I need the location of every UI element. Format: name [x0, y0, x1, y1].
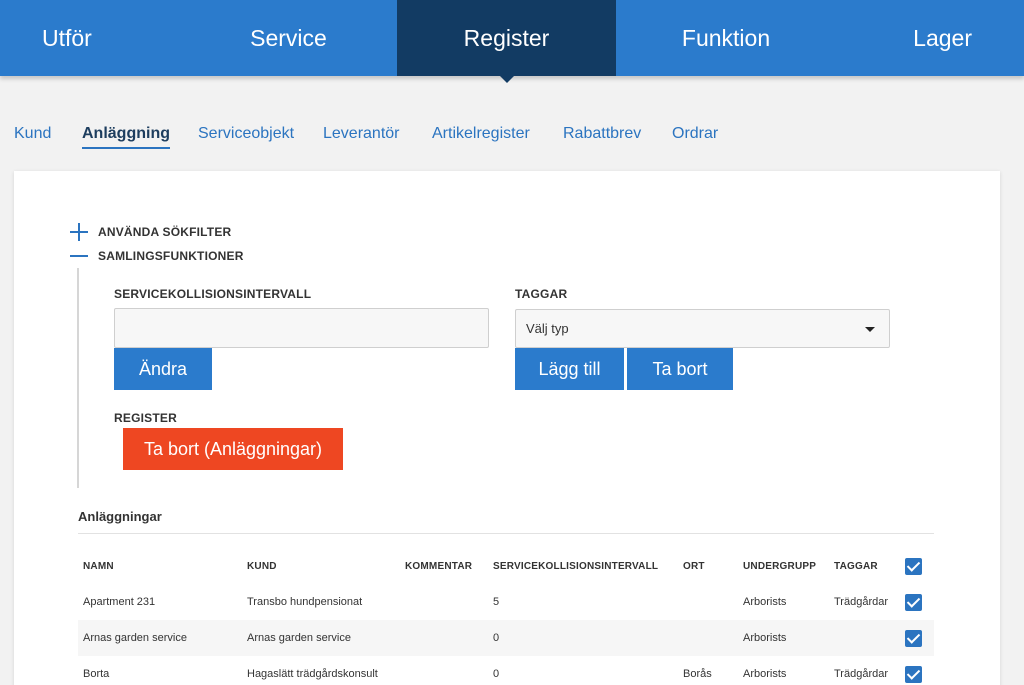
table-header: NAMN KUND KOMMENTAR SERVICEKOLLISIONSINT…: [78, 548, 934, 584]
checkbox-checked-icon: [905, 629, 922, 647]
cell-kund: Hagaslätt trädgårdskonsult: [247, 668, 378, 680]
table-row[interactable]: Borta Hagaslätt trädgårdskonsult 0 Borås…: [78, 656, 934, 685]
tags-select[interactable]: Välj typ: [515, 309, 890, 348]
tags-label: TAGGAR: [515, 287, 568, 301]
cell-namn: Apartment 231: [83, 596, 156, 608]
sub-navigation: Kund Anläggning Serviceobjekt Leverantör…: [0, 120, 1024, 152]
minus-icon: [70, 247, 88, 265]
cell-ort: Borås: [683, 668, 712, 680]
cell-servicekollisionsintervall: 0: [493, 668, 500, 680]
row-checkbox[interactable]: [905, 656, 922, 685]
cell-namn: Borta: [83, 668, 110, 680]
top-navigation: Utför Service Register Funktion Lager: [0, 0, 1024, 83]
section-divider: [77, 268, 79, 488]
subnav-kund[interactable]: Kund: [14, 125, 51, 143]
row-checkbox[interactable]: [905, 584, 922, 620]
subnav-serviceobjekt[interactable]: Serviceobjekt: [198, 125, 294, 143]
table-row[interactable]: Arnas garden service Arnas garden servic…: [78, 620, 934, 656]
plus-icon: [70, 223, 88, 241]
checkbox-checked-icon: [905, 665, 922, 683]
subnav-anlaggning[interactable]: Anläggning: [82, 125, 170, 149]
header-kund[interactable]: KUND: [247, 548, 277, 584]
tab-register[interactable]: Register: [397, 0, 616, 83]
delete-anlaggningar-button[interactable]: Ta bort (Anläggningar): [123, 428, 343, 470]
table-title-divider: [78, 533, 934, 534]
anlaggningar-table: NAMN KUND KOMMENTAR SERVICEKOLLISIONSINT…: [78, 548, 934, 685]
tab-service[interactable]: Service: [180, 0, 397, 76]
tags-select-value: Välj typ: [526, 321, 569, 336]
cell-taggar: Trädgårdar: [834, 596, 889, 608]
header-kommentar[interactable]: KOMMENTAR: [405, 548, 472, 584]
remove-tag-button[interactable]: Ta bort: [627, 348, 733, 390]
cell-servicekollisionsintervall: 5: [493, 596, 500, 608]
cell-kund: Arnas garden service: [247, 632, 351, 644]
checkbox-checked-icon: [905, 557, 922, 575]
tab-utfor[interactable]: Utför: [0, 0, 180, 76]
cell-servicekollisionsintervall: 0: [493, 632, 500, 644]
tab-lager[interactable]: Lager: [836, 0, 1024, 76]
subnav-rabattbrev[interactable]: Rabattbrev: [563, 125, 641, 143]
cell-namn: Arnas garden service: [83, 632, 187, 644]
header-servicekollisionsintervall[interactable]: SERVICEKOLLISIONSINTERVALL: [493, 548, 658, 584]
cell-undergrupp: Arborists: [743, 596, 787, 608]
header-namn[interactable]: NAMN: [83, 548, 114, 584]
cell-undergrupp: Arborists: [743, 668, 787, 680]
checkbox-checked-icon: [905, 593, 922, 611]
cell-undergrupp: Arborists: [743, 632, 787, 644]
collection-functions-label: SAMLINGSFUNKTIONER: [98, 249, 244, 263]
table-title: Anläggningar: [78, 509, 162, 524]
search-filter-toggle[interactable]: ANVÄNDA SÖKFILTER: [70, 223, 231, 241]
select-all-checkbox[interactable]: [905, 548, 922, 584]
cell-kund: Transbo hundpensionat: [247, 596, 363, 608]
service-interval-label: SERVICEKOLLISIONSINTERVALL: [114, 287, 312, 301]
subnav-artikelregister[interactable]: Artikelregister: [432, 125, 530, 143]
header-ort[interactable]: ORT: [683, 548, 705, 584]
subnav-ordrar[interactable]: Ordrar: [672, 125, 718, 143]
search-filter-label: ANVÄNDA SÖKFILTER: [98, 225, 232, 239]
header-undergrupp[interactable]: UNDERGRUPP: [743, 548, 816, 584]
table-row[interactable]: Apartment 231 Transbo hundpensionat 5 Ar…: [78, 584, 934, 620]
add-tag-button[interactable]: Lägg till: [515, 348, 624, 390]
change-button[interactable]: Ändra: [114, 348, 212, 390]
chevron-down-icon: [865, 327, 875, 332]
service-interval-input[interactable]: [114, 308, 489, 348]
header-taggar[interactable]: TAGGAR: [834, 548, 878, 584]
register-label: REGISTER: [114, 411, 177, 425]
collection-functions-toggle[interactable]: SAMLINGSFUNKTIONER: [70, 247, 244, 265]
subnav-leverantor[interactable]: Leverantör: [323, 125, 400, 143]
tab-funktion[interactable]: Funktion: [616, 0, 836, 76]
row-checkbox[interactable]: [905, 620, 922, 656]
cell-taggar: Trädgårdar: [834, 668, 889, 680]
